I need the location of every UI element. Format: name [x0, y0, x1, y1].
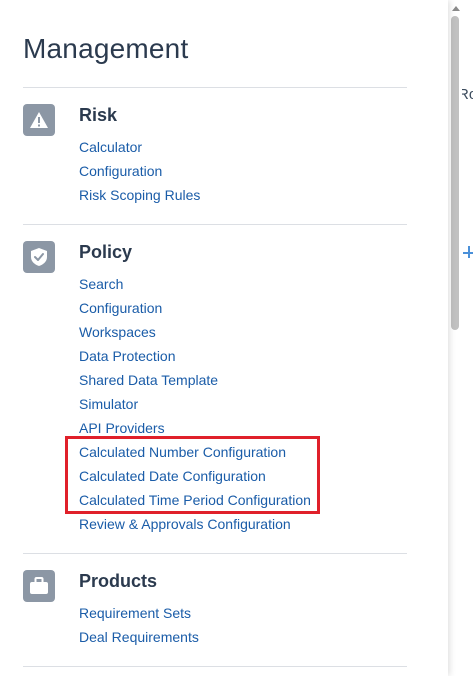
link-policy-data-protection[interactable]: Data Protection [79, 348, 176, 364]
link-products-deal-requirements[interactable]: Deal Requirements [79, 629, 199, 645]
divider [23, 224, 407, 225]
link-risk-calculator[interactable]: Calculator [79, 139, 142, 155]
scroll-up-arrow-icon[interactable] [452, 6, 460, 11]
link-policy-search[interactable]: Search [79, 276, 123, 292]
link-risk-scoping-rules[interactable]: Risk Scoping Rules [79, 187, 200, 203]
briefcase-icon [23, 570, 55, 602]
link-policy-workspaces[interactable]: Workspaces [79, 324, 156, 340]
link-policy-api-providers[interactable]: API Providers [79, 420, 165, 436]
page-title: Management [23, 33, 189, 64]
section-title-risk: Risk [79, 105, 118, 125]
divider [23, 666, 407, 667]
section-title-products: Products [79, 571, 158, 591]
link-policy-configuration[interactable]: Configuration [79, 300, 162, 316]
link-products-requirement-sets[interactable]: Requirement Sets [79, 605, 191, 621]
scrollbar-thumb[interactable] [451, 16, 459, 330]
background-connector-tick [468, 246, 470, 258]
shield-check-icon [23, 241, 55, 273]
link-policy-shared-data-template[interactable]: Shared Data Template [79, 372, 218, 388]
management-panel: Management Risk Calculator Configuration… [0, 0, 448, 676]
link-policy-simulator[interactable]: Simulator [79, 396, 138, 412]
link-policy-review-approvals-configuration[interactable]: Review & Approvals Configuration [79, 516, 291, 532]
highlight-annotation-box [65, 436, 320, 514]
link-risk-configuration[interactable]: Configuration [79, 163, 162, 179]
divider [23, 87, 407, 88]
warning-icon [23, 104, 55, 136]
section-title-policy: Policy [79, 242, 133, 262]
divider [23, 553, 407, 554]
